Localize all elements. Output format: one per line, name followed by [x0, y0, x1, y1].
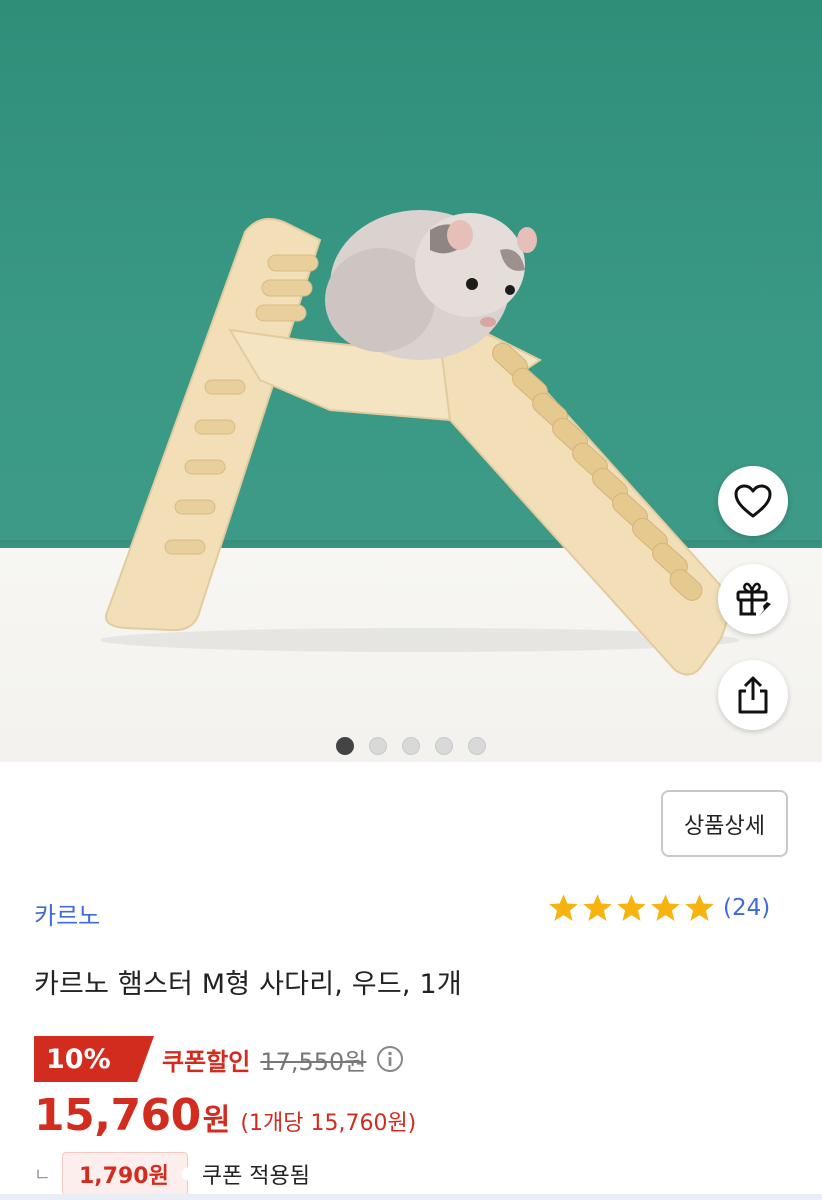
rating-summary[interactable]: (24): [548, 893, 770, 923]
star-icon: [549, 894, 578, 921]
discount-row: 10% 쿠폰할인 17,550원: [34, 1036, 404, 1082]
info-icon[interactable]: [376, 1045, 404, 1073]
star-rating: [548, 893, 715, 923]
carousel-dot-5[interactable]: [468, 737, 486, 755]
carousel-dot-3[interactable]: [402, 737, 420, 755]
sale-price-row: 15,760 원 (1개당 15,760원): [34, 1090, 416, 1141]
product-image-carousel[interactable]: [0, 0, 822, 762]
wishlist-button[interactable]: [718, 466, 788, 536]
unit-price: (1개당 15,760원): [240, 1111, 417, 1136]
coupon-row: ㄴ 1,790원 쿠폰 적용됨: [34, 1152, 310, 1196]
bottom-divider: [0, 1194, 822, 1200]
review-count[interactable]: (24): [723, 895, 770, 921]
carousel-dot-2[interactable]: [369, 737, 387, 755]
brand-link[interactable]: 카르노: [34, 896, 100, 931]
coupon-amount-badge: 1,790원: [62, 1152, 188, 1196]
star-icon: [617, 894, 646, 921]
star-icon: [685, 894, 714, 921]
heart-icon: [734, 484, 772, 518]
product-title: 카르노 햄스터 M형 사다리, 우드, 1개: [34, 969, 462, 1000]
star-icon: [651, 894, 680, 921]
sale-price: 15,760: [34, 1090, 201, 1141]
coupon-applied-label: 쿠폰 적용됨: [201, 1164, 311, 1189]
indent-marker: ㄴ: [34, 1165, 51, 1186]
product-detail-button[interactable]: 상품상세: [661, 790, 788, 857]
currency-unit: 원: [202, 1103, 231, 1138]
discount-badge: 10%: [34, 1036, 154, 1082]
share-button[interactable]: [718, 660, 788, 730]
gift-icon: [736, 582, 771, 616]
gift-button[interactable]: [718, 564, 788, 634]
carousel-indicator: [0, 737, 822, 755]
carousel-dot-1[interactable]: [336, 737, 354, 755]
star-icon: [583, 894, 612, 921]
original-price: 17,550원: [260, 1047, 367, 1076]
carousel-dot-4[interactable]: [435, 737, 453, 755]
share-icon: [738, 676, 768, 714]
coupon-discount-label: 쿠폰할인: [162, 1047, 251, 1076]
product-photo: [100, 210, 740, 676]
